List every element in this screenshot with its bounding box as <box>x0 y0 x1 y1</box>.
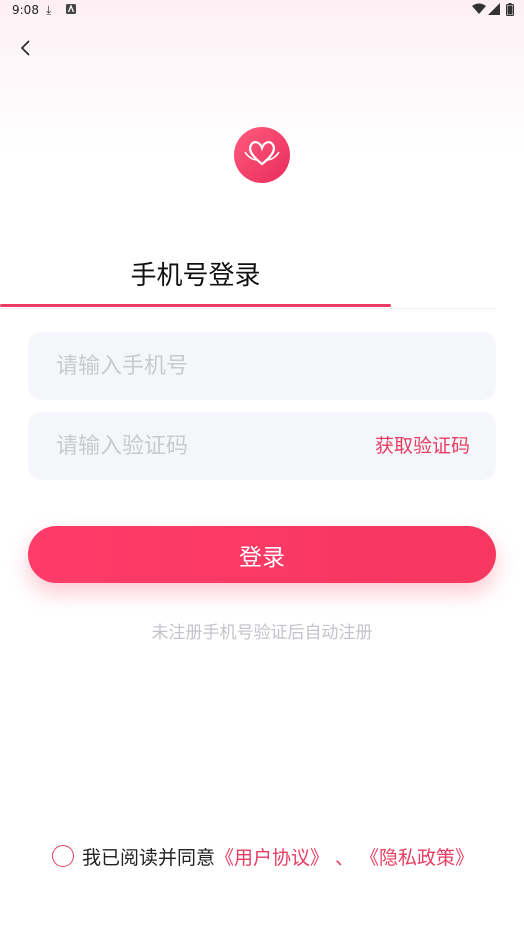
title-underline <box>0 304 391 307</box>
code-field: 获取验证码 <box>28 412 496 480</box>
a-notification-icon <box>66 3 76 17</box>
privacy-policy-link[interactable]: 《隐私政策》 <box>360 843 474 870</box>
login-title: 手机号登录 <box>130 261 261 291</box>
get-code-button[interactable]: 获取验证码 <box>375 412 470 480</box>
agreement-checkbox[interactable] <box>52 845 74 867</box>
phone-field <box>28 332 496 400</box>
title-divider <box>0 308 496 309</box>
app-logo <box>234 127 290 183</box>
battery-icon <box>506 3 514 19</box>
swan-heart-logo <box>242 138 282 172</box>
chevron-left-icon <box>20 39 32 61</box>
register-hint: 未注册手机号验证后自动注册 <box>151 623 373 643</box>
status-time: 9:08 <box>12 3 39 17</box>
phone-input[interactable] <box>56 332 356 400</box>
agreement-text: 我已阅读并同意 <box>82 846 216 869</box>
login-button[interactable]: 登录 <box>28 526 496 583</box>
code-input[interactable] <box>56 412 356 480</box>
agreement-separator: 、 <box>335 846 355 869</box>
status-bar: 9:08 ⤓ <box>0 0 524 24</box>
wifi-icon <box>472 3 486 18</box>
signal-icon <box>488 3 500 18</box>
agreement-row: 我已阅读并同意 《用户协议》 、 《隐私政策》 <box>52 842 474 870</box>
download-icon: ⤓ <box>46 3 52 17</box>
back-button[interactable] <box>10 34 42 66</box>
user-agreement-link[interactable]: 《用户协议》 <box>215 843 329 870</box>
